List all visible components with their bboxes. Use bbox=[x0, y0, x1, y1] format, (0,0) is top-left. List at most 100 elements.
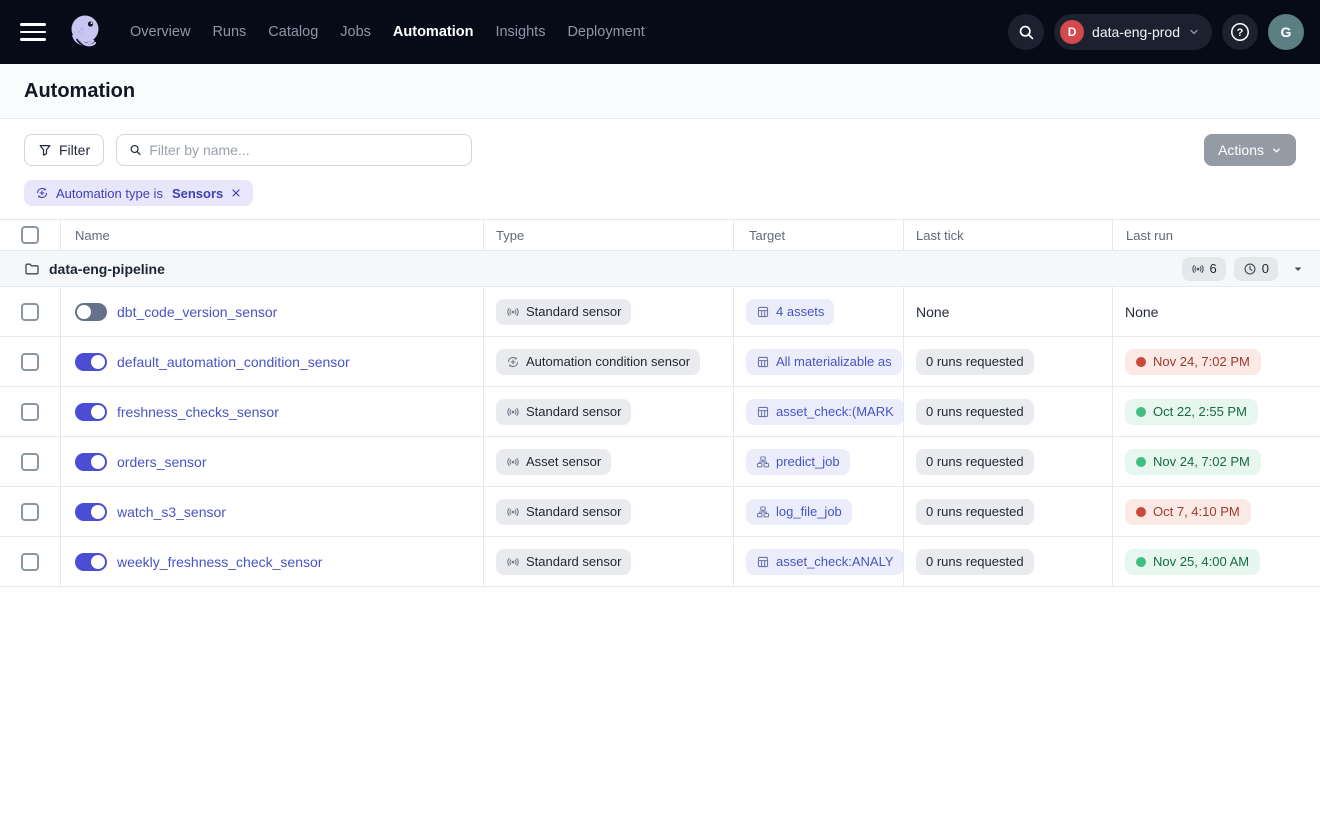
filter-chip-automation-type[interactable]: Automation type is Sensors bbox=[24, 180, 253, 206]
row-checkbox[interactable] bbox=[21, 403, 39, 421]
nav-item-automation[interactable]: Automation bbox=[393, 24, 474, 40]
nav-right: D data-eng-prod ? G bbox=[1008, 14, 1304, 50]
last-tick: 0 runs requested bbox=[916, 499, 1034, 525]
workspace-name: data-eng-prod bbox=[1092, 24, 1180, 40]
user-avatar[interactable]: G bbox=[1268, 14, 1304, 50]
automations-table: Name Type Target Last tick Last run data… bbox=[0, 219, 1320, 587]
remove-filter-icon[interactable] bbox=[230, 187, 242, 199]
status-dot-icon bbox=[1136, 357, 1146, 367]
row-checkbox[interactable] bbox=[21, 453, 39, 471]
nav-item-deployment[interactable]: Deployment bbox=[567, 24, 644, 40]
sensor-toggle[interactable] bbox=[75, 553, 107, 571]
workspace-avatar: D bbox=[1060, 20, 1084, 44]
table-row: default_automation_condition_sensor Auto… bbox=[0, 337, 1320, 387]
sensor-name-link[interactable]: default_automation_condition_sensor bbox=[117, 354, 350, 370]
nav-item-runs[interactable]: Runs bbox=[212, 24, 246, 40]
last-run-status[interactable]: Nov 25, 4:00 AM bbox=[1125, 549, 1260, 575]
code-location-group-row[interactable]: data-eng-pipeline 6 0 bbox=[0, 251, 1320, 287]
sensor-toggle[interactable] bbox=[75, 503, 107, 521]
table-row: weekly_freshness_check_sensor Standard s… bbox=[0, 537, 1320, 587]
last-run-status: None bbox=[1125, 299, 1158, 325]
menu-icon[interactable] bbox=[20, 19, 46, 45]
sensor-type-badge: Standard sensor bbox=[496, 399, 631, 425]
sensor-icon bbox=[506, 405, 520, 419]
sensor-type-badge: Standard sensor bbox=[496, 549, 631, 575]
nav-item-insights[interactable]: Insights bbox=[495, 24, 545, 40]
sensor-toggle[interactable] bbox=[75, 303, 107, 321]
sensor-name-link[interactable]: orders_sensor bbox=[117, 454, 207, 470]
job-icon bbox=[756, 455, 770, 469]
filter-chip-prefix: Automation type is bbox=[56, 186, 163, 201]
last-run-status[interactable]: Nov 24, 7:02 PM bbox=[1125, 449, 1261, 475]
target-link[interactable]: All materializable as bbox=[746, 349, 902, 375]
nav-item-jobs[interactable]: Jobs bbox=[340, 24, 371, 40]
name-filter-field bbox=[116, 134, 472, 166]
search-icon bbox=[129, 143, 142, 157]
workspace-switcher[interactable]: D data-eng-prod bbox=[1054, 14, 1212, 50]
sensor-toggle[interactable] bbox=[75, 453, 107, 471]
svg-text:?: ? bbox=[1237, 27, 1244, 39]
sensor-type-badge: Automation condition sensor bbox=[496, 349, 700, 375]
chevron-down-icon bbox=[1271, 145, 1282, 156]
help-button[interactable]: ? bbox=[1222, 14, 1258, 50]
name-filter-input[interactable] bbox=[149, 142, 459, 158]
nav-item-catalog[interactable]: Catalog bbox=[268, 24, 318, 40]
actions-button-label: Actions bbox=[1218, 142, 1264, 158]
row-checkbox[interactable] bbox=[21, 553, 39, 571]
dagster-logo-icon[interactable] bbox=[62, 9, 108, 55]
header-type: Type bbox=[483, 220, 733, 250]
last-tick: 0 runs requested bbox=[916, 349, 1034, 375]
asset-icon bbox=[756, 555, 770, 569]
last-tick: None bbox=[916, 304, 949, 320]
table-row: watch_s3_sensor Standard sensor log_file… bbox=[0, 487, 1320, 537]
search-button[interactable] bbox=[1008, 14, 1044, 50]
last-tick: 0 runs requested bbox=[916, 399, 1034, 425]
group-counts: 6 0 bbox=[1182, 257, 1304, 281]
header-last-run: Last run bbox=[1112, 220, 1320, 250]
sensor-name-link[interactable]: watch_s3_sensor bbox=[117, 504, 226, 520]
header-last-tick: Last tick bbox=[903, 220, 1112, 250]
sensor-name-link[interactable]: dbt_code_version_sensor bbox=[117, 304, 277, 320]
filter-button[interactable]: Filter bbox=[24, 134, 104, 166]
target-link[interactable]: asset_check:(MARK bbox=[746, 399, 903, 425]
status-dot-icon bbox=[1136, 557, 1146, 567]
sensor-toggle[interactable] bbox=[75, 403, 107, 421]
row-checkbox[interactable] bbox=[21, 503, 39, 521]
page-title: Automation bbox=[24, 80, 135, 103]
row-checkbox[interactable] bbox=[21, 353, 39, 371]
status-dot-icon bbox=[1136, 507, 1146, 517]
last-run-status[interactable]: Oct 22, 2:55 PM bbox=[1125, 399, 1258, 425]
nav-links: Overview Runs Catalog Jobs Automation In… bbox=[130, 24, 645, 40]
last-run-status[interactable]: Nov 24, 7:02 PM bbox=[1125, 349, 1261, 375]
target-link[interactable]: asset_check:ANALY bbox=[746, 549, 903, 575]
sensor-type-badge: Standard sensor bbox=[496, 299, 631, 325]
table-row: dbt_code_version_sensor Standard sensor … bbox=[0, 287, 1320, 337]
chevron-down-icon bbox=[1188, 26, 1200, 38]
sensor-count-badge: 6 bbox=[1182, 257, 1226, 281]
target-link[interactable]: log_file_job bbox=[746, 499, 852, 525]
sensor-type-badge: Standard sensor bbox=[496, 499, 631, 525]
last-tick: 0 runs requested bbox=[916, 549, 1034, 575]
asset-icon bbox=[756, 355, 770, 369]
sensor-name-link[interactable]: weekly_freshness_check_sensor bbox=[117, 554, 322, 570]
search-icon bbox=[1018, 24, 1035, 41]
sensor-name-link[interactable]: freshness_checks_sensor bbox=[117, 404, 279, 420]
status-dot-icon bbox=[1136, 407, 1146, 417]
last-run-status[interactable]: Oct 7, 4:10 PM bbox=[1125, 499, 1251, 525]
sensor-toggle[interactable] bbox=[75, 353, 107, 371]
last-tick: 0 runs requested bbox=[916, 449, 1034, 475]
sensor-icon bbox=[506, 305, 520, 319]
funnel-icon bbox=[38, 143, 52, 157]
header-name: Name bbox=[60, 220, 483, 250]
row-checkbox[interactable] bbox=[21, 303, 39, 321]
actions-button[interactable]: Actions bbox=[1204, 134, 1296, 166]
target-link[interactable]: 4 assets bbox=[746, 299, 834, 325]
select-all-checkbox[interactable] bbox=[21, 226, 39, 244]
collapse-group-icon[interactable] bbox=[1292, 263, 1304, 275]
automation-page: Overview Runs Catalog Jobs Automation In… bbox=[0, 0, 1320, 822]
nav-item-overview[interactable]: Overview bbox=[130, 24, 190, 40]
sensor-icon bbox=[506, 505, 520, 519]
schedule-count-badge: 0 bbox=[1234, 257, 1278, 281]
target-link[interactable]: predict_job bbox=[746, 449, 850, 475]
status-dot-icon bbox=[1136, 457, 1146, 467]
